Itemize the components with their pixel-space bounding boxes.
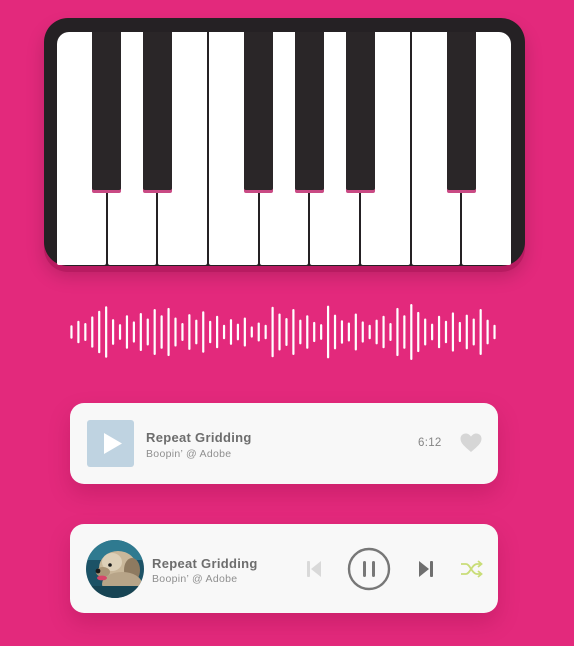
waveform-bar — [105, 306, 108, 358]
waveform-bar — [486, 319, 489, 345]
waveform-bar — [132, 321, 135, 343]
waveform-bar — [243, 317, 246, 347]
track-card[interactable]: Repeat Gridding Boopin’ @ Adobe 6:12 — [70, 403, 498, 484]
waveform-bar — [174, 317, 177, 347]
waveform-bar — [479, 309, 482, 355]
waveform-bar — [313, 321, 316, 343]
waveform-bar — [195, 319, 198, 345]
pause-button[interactable] — [347, 547, 391, 591]
waveform-bar — [98, 310, 101, 354]
waveform-bar — [451, 312, 455, 352]
play-button[interactable] — [87, 420, 134, 467]
track-title: Repeat Gridding — [146, 430, 252, 445]
waveform-bar — [257, 322, 260, 342]
dog-avatar-icon — [86, 540, 144, 598]
skip-forward-icon[interactable] — [416, 559, 436, 579]
waveform-bar — [417, 311, 420, 353]
waveform-bar — [375, 319, 378, 345]
waveform-bar — [361, 321, 364, 343]
waveform-bar — [118, 324, 122, 340]
waveform-bar — [493, 324, 496, 340]
player-track-artist: Boopin’ @ Adobe — [152, 573, 238, 585]
waveform-bar — [292, 309, 295, 355]
waveform-bar — [111, 319, 115, 345]
waveform-bar — [431, 323, 434, 341]
black-key[interactable] — [92, 32, 122, 190]
black-key[interactable] — [142, 32, 172, 190]
waveform-bar — [70, 325, 73, 339]
waveform-bar — [437, 315, 441, 349]
waveform-bar — [465, 314, 468, 350]
waveform-bar — [222, 324, 226, 340]
waveform-bar — [84, 323, 87, 341]
black-key[interactable] — [244, 32, 274, 190]
waveform-bar — [250, 326, 253, 338]
waveform-bar — [236, 323, 240, 341]
skip-back-icon[interactable] — [304, 559, 324, 579]
player-card: Repeat Gridding Boopin’ @ Adobe — [70, 524, 498, 613]
waveform-bar — [285, 318, 288, 346]
black-key[interactable] — [345, 32, 375, 190]
waveform-bar — [299, 319, 302, 345]
waveform-bar — [382, 315, 385, 349]
waveform-bar — [306, 315, 309, 349]
waveform-bar — [188, 314, 191, 350]
waveform-bar — [396, 307, 399, 357]
waveform-bar — [278, 313, 281, 351]
waveform-bar — [146, 318, 149, 346]
waveform-bar — [271, 306, 274, 358]
waveform-bar — [410, 304, 413, 360]
waveform-bar — [229, 319, 233, 345]
waveform-bar — [320, 324, 323, 340]
waveform-bar — [403, 315, 406, 349]
waveform-bar — [368, 324, 371, 340]
black-key[interactable] — [294, 32, 324, 190]
waveform-bar — [167, 307, 170, 357]
waveform-bar — [202, 311, 205, 353]
piano-keyboard — [44, 18, 525, 266]
waveform-bar — [139, 312, 142, 352]
waveform-bar — [153, 309, 156, 355]
waveform-bar — [458, 321, 461, 343]
track-duration: 6:12 — [418, 437, 442, 449]
waveform-bar — [125, 315, 129, 349]
track-artist: Boopin’ @ Adobe — [146, 448, 232, 460]
heart-icon[interactable] — [460, 433, 482, 453]
play-icon — [104, 433, 122, 454]
player-track-title: Repeat Gridding — [152, 556, 258, 571]
waveform-bar — [160, 315, 163, 349]
waveform-bar — [389, 323, 392, 341]
waveform-bar — [444, 320, 448, 344]
waveform-bar — [354, 313, 357, 351]
waveform-bar — [91, 316, 94, 348]
audio-waveform — [70, 304, 496, 360]
shuffle-icon[interactable] — [460, 560, 484, 578]
album-avatar[interactable] — [86, 540, 144, 598]
white-keys — [57, 32, 512, 265]
waveform-bar — [340, 320, 344, 344]
waveform-bar — [216, 315, 219, 349]
waveform-bar — [326, 305, 330, 359]
waveform-bar — [347, 322, 350, 342]
waveform-bar — [181, 323, 184, 341]
waveform-bar — [209, 320, 212, 344]
waveform-bar — [472, 318, 475, 346]
black-key[interactable] — [446, 32, 476, 190]
waveform-bar — [424, 318, 427, 346]
waveform-bar — [333, 314, 337, 350]
waveform-bar — [264, 324, 267, 340]
waveform-bar — [77, 320, 80, 344]
